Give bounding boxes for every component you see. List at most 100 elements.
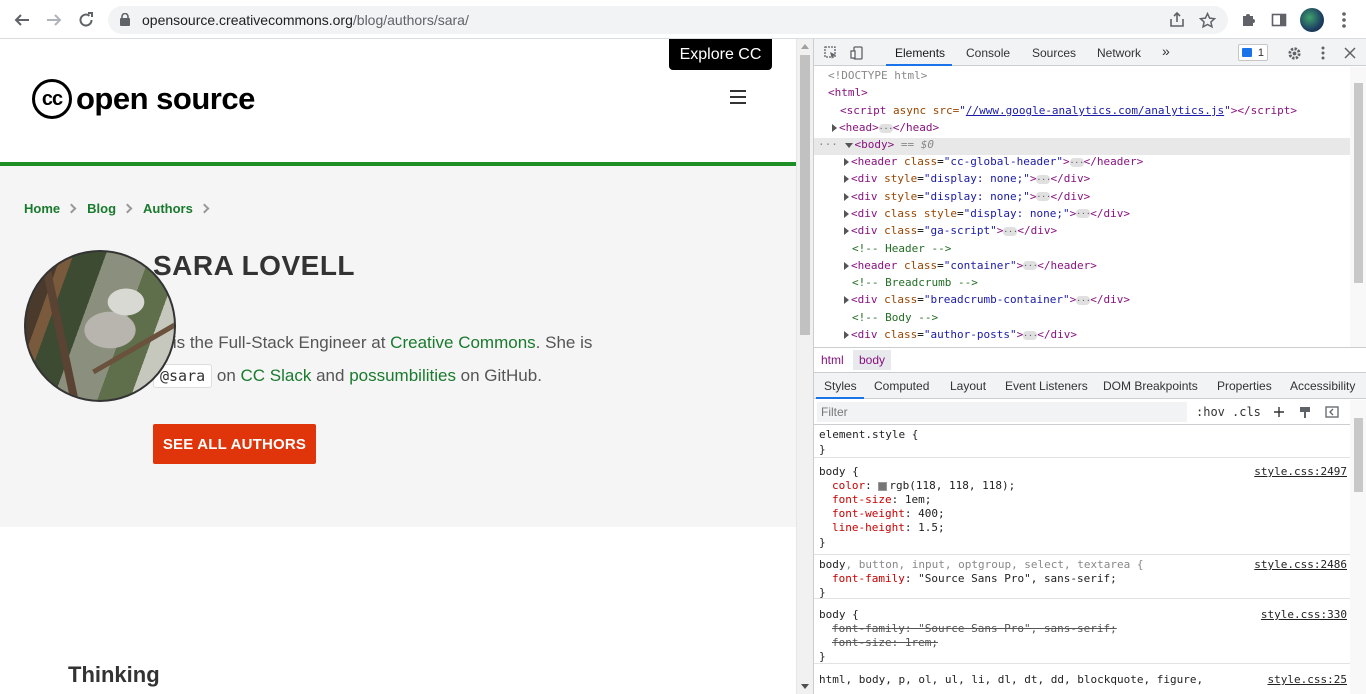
extensions-puzzle-icon[interactable] (1237, 9, 1259, 31)
rule-source-link[interactable]: style.css:2497 (1254, 465, 1347, 478)
tab-styles[interactable]: Styles (824, 379, 857, 393)
github-link[interactable]: possumbilities (349, 366, 456, 385)
dom-node[interactable]: <!-- Header --> (852, 242, 1350, 259)
dom-node[interactable]: <div style="display: none;">···</div> (844, 190, 1350, 207)
reload-icon[interactable] (74, 8, 98, 32)
crumb-html[interactable]: html (821, 353, 844, 367)
explore-cc-button[interactable]: Explore CC (669, 39, 772, 70)
tag-name-close: div (1063, 172, 1084, 186)
breadcrumb-authors[interactable]: Authors (143, 201, 193, 216)
expand-triangle-icon[interactable] (844, 227, 849, 236)
attr-name: style (884, 172, 918, 186)
dom-node[interactable]: <script async src="//www.google-analytic… (840, 104, 1350, 121)
dom-node-selected[interactable]: ··· <body> == $0 (814, 138, 1350, 155)
expand-triangle-icon[interactable] (844, 192, 849, 201)
expand-triangle-icon[interactable] (844, 209, 849, 218)
tab-accessibility[interactable]: Accessibility (1290, 379, 1355, 393)
expand-triangle-icon[interactable] (844, 296, 849, 305)
hover-state-toggle[interactable]: :hov (1196, 405, 1225, 419)
dom-node[interactable]: <html> (828, 86, 1350, 103)
rule-source-link[interactable]: style.css:330 (1261, 608, 1347, 621)
expand-triangle-icon[interactable] (844, 331, 849, 339)
expand-triangle-icon[interactable] (832, 124, 837, 132)
tab-dom-breakpoints[interactable]: DOM Breakpoints (1103, 379, 1198, 393)
paint-roller-icon[interactable] (1296, 403, 1314, 421)
dom-node[interactable]: <!-- Body --> (852, 311, 1350, 328)
rule-reset-25[interactable]: html, body, p, ol, ul, li, dl, dt, dd, b… (814, 670, 1350, 694)
cc-slack-link[interactable]: CC Slack (241, 366, 312, 385)
settings-gear-icon[interactable] (1285, 44, 1303, 62)
dom-node[interactable]: <!DOCTYPE html> (828, 69, 1350, 86)
dom-node[interactable]: <!-- Breadcrumb --> (852, 276, 1350, 293)
bio-text: and (311, 366, 350, 385)
tab-network[interactable]: Network (1097, 46, 1141, 60)
hamburger-menu-icon[interactable] (730, 90, 746, 104)
dom-comment: <!-- Breadcrumb --> (852, 276, 978, 290)
dom-node[interactable]: <div class="ga-script">···</div> (844, 224, 1350, 241)
tab-sources[interactable]: Sources (1032, 46, 1076, 60)
dom-node[interactable]: <header class="container">···</header> (844, 259, 1350, 276)
tab-layout[interactable]: Layout (950, 379, 986, 393)
rule-source-link[interactable]: style.css:2486 (1254, 558, 1347, 571)
collapse-triangle-icon[interactable] (844, 142, 853, 148)
rule-body-2497[interactable]: body { style.css:2497 color: rgb(118, 11… (814, 462, 1350, 555)
class-toggle[interactable]: .cls (1232, 405, 1261, 419)
url-path: /blog/authors/sara/ (352, 12, 469, 28)
new-rule-plus-icon[interactable] (1270, 403, 1288, 421)
rule-body-330[interactable]: body { style.css:330 font-family: "Sourc… (814, 605, 1350, 664)
dom-node[interactable]: <div class="breadcrumb-container">···</d… (844, 293, 1350, 310)
inspect-element-icon[interactable] (822, 44, 840, 62)
more-tabs-icon[interactable]: » (1162, 43, 1170, 59)
creative-commons-link[interactable]: Creative Commons (390, 333, 536, 352)
breadcrumb-blog[interactable]: Blog (87, 201, 116, 216)
crumb-body[interactable]: body (853, 350, 892, 370)
styles-filter-input[interactable]: Filter (817, 402, 1187, 422)
dom-scrollbar[interactable] (1350, 67, 1366, 347)
tag-name-close: div (1103, 293, 1124, 307)
device-toolbar-icon[interactable] (848, 44, 866, 62)
toggle-sidebar-icon[interactable] (1323, 403, 1341, 421)
script-src-link[interactable]: //www.google-analytics.com/analytics.js (966, 104, 1224, 117)
forward-icon[interactable] (42, 8, 66, 32)
devtools-menu-icon[interactable] (1314, 44, 1332, 62)
tab-properties[interactable]: Properties (1217, 379, 1272, 393)
address-bar[interactable]: opensource.creativecommons.org/blog/auth… (108, 6, 1228, 34)
expand-triangle-icon[interactable] (844, 158, 849, 166)
site-logo[interactable]: cc open source (32, 79, 255, 119)
bio-text: on (212, 366, 241, 385)
issues-badge[interactable]: 1 (1238, 44, 1268, 61)
profile-avatar[interactable] (1300, 8, 1324, 32)
browser-menu-icon[interactable] (1333, 9, 1355, 31)
rule-element-style[interactable]: element.style { } (814, 425, 1350, 458)
dom-node[interactable]: <div style="display: none;">···</div> (844, 172, 1350, 189)
browser-toolbar: opensource.creativecommons.org/blog/auth… (0, 0, 1366, 39)
bookmark-star-icon[interactable] (1196, 9, 1218, 31)
section-heading: Thinking (68, 662, 160, 687)
tab-event-listeners[interactable]: Event Listeners (1005, 379, 1088, 393)
expand-triangle-icon[interactable] (844, 175, 849, 184)
page-scrollbar[interactable] (796, 39, 813, 694)
dom-node[interactable]: <div class="author-posts">···</div> (844, 328, 1350, 345)
color-swatch[interactable] (878, 481, 888, 491)
tab-computed[interactable]: Computed (874, 379, 929, 393)
dom-node[interactable]: <head>···</head> (832, 121, 1350, 138)
html-tag: <html> (828, 86, 868, 99)
breadcrumb: Home Blog Authors (24, 201, 220, 216)
dom-node[interactable]: <div class style="display: none;">···</d… (844, 207, 1350, 224)
side-panel-icon[interactable] (1268, 9, 1290, 31)
overridden-declaration: font-family: "Source Sans Pro", sans-ser… (832, 622, 1117, 635)
see-all-authors-button[interactable]: SEE ALL AUTHORS (153, 424, 316, 464)
breadcrumb-home[interactable]: Home (24, 201, 60, 216)
styles-scrollbar[interactable] (1350, 400, 1366, 694)
back-icon[interactable] (10, 8, 34, 32)
close-devtools-icon[interactable] (1341, 44, 1359, 62)
dom-node[interactable]: <header class="cc-global-header">···</he… (844, 155, 1350, 172)
rule-body-2486[interactable]: body, button, input, optgroup, select, t… (814, 555, 1350, 599)
tab-elements[interactable]: Elements (895, 46, 945, 60)
rule-source-link[interactable]: style.css:25 (1268, 673, 1347, 686)
tag-name-close: div (1030, 224, 1051, 238)
expand-triangle-icon[interactable] (844, 261, 849, 270)
tab-console[interactable]: Console (966, 46, 1010, 60)
share-icon[interactable] (1166, 9, 1188, 31)
head-tag: head (845, 121, 873, 134)
